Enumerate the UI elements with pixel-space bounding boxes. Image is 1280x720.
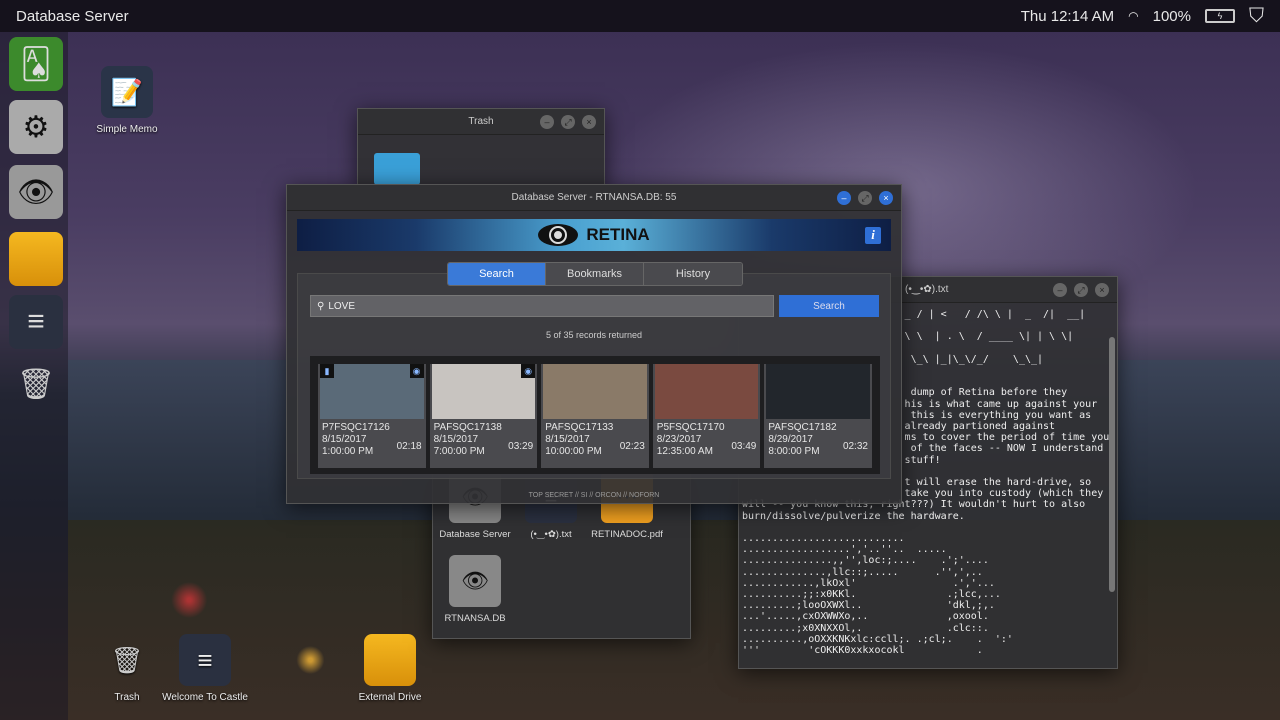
minimize-button[interactable]: –	[837, 191, 851, 205]
viewed-eye-icon: ◉	[521, 364, 536, 378]
minimize-button[interactable]: –	[1053, 283, 1067, 297]
file-label: RTNANSA.DB	[444, 613, 506, 624]
video-thumbnail[interactable]: ▮ ◉	[320, 364, 424, 419]
window-title: Trash	[468, 116, 494, 127]
wifi-icon[interactable]: ◠	[1128, 9, 1138, 23]
memo-icon: 📝	[101, 66, 153, 118]
database-server-window: Database Server - RTNANSA.DB: 55 – ⤢ × RET…	[286, 184, 902, 504]
close-button[interactable]: ×	[1095, 283, 1109, 297]
record-duration: 03:29	[508, 441, 534, 452]
tab-bookmarks[interactable]: Bookmarks	[546, 263, 644, 285]
bookmark-icon[interactable]: ▮	[320, 364, 334, 378]
tab-search[interactable]: Search	[448, 263, 546, 285]
icon-label: Welcome To Castle	[162, 692, 248, 703]
window-title: Database Server - RTNANSA.DB: 55	[511, 192, 677, 203]
trash-icon: 🗑	[110, 644, 144, 675]
search-icon: ⚲	[317, 300, 325, 312]
solitaire-icon[interactable]: 🂡	[9, 37, 63, 91]
window-titlebar[interactable]: Database Server - RTNANSA.DB: 55 – ⤢ ×	[287, 185, 901, 211]
file-label: Database Server	[439, 529, 511, 540]
search-button[interactable]: Search	[779, 295, 879, 317]
active-app-title: Database Server	[16, 7, 129, 25]
record-id: PAFSQC17182	[768, 422, 837, 433]
icon-label: Simple Memo	[96, 124, 158, 135]
maximize-button[interactable]: ⤢	[858, 191, 872, 205]
clock[interactable]: Thu 12:14 AM	[1021, 8, 1114, 25]
trash-window: Trash – ⤢ ×	[357, 108, 605, 188]
record-duration: 02:18	[396, 441, 422, 452]
brand-name: RETINA	[586, 225, 650, 244]
database-file-icon: 👁	[449, 555, 501, 607]
desktop-icon-trash[interactable]: 🗑 Trash	[82, 634, 172, 704]
maximize-button[interactable]: ⤢	[561, 115, 575, 129]
dock: 🂡 ⚙ 👁 ≡ 🗑	[0, 32, 68, 720]
record-duration: 02:32	[842, 441, 868, 452]
result-card[interactable]: ◉ PAFSQC17138 8/15/2017 7:00:00 PM 03:29	[429, 364, 538, 468]
close-button[interactable]: ×	[879, 191, 893, 205]
icon-label: External Drive	[358, 692, 422, 703]
window-titlebar[interactable]: Trash – ⤢ ×	[358, 109, 604, 135]
retina-banner: RETINA i	[297, 219, 891, 251]
record-id: P5FSQC17170	[656, 422, 725, 433]
classification-footer: TOP SECRET // SI // ORCON // NOFORN	[528, 492, 660, 499]
file-label: (•‿•✿).txt	[530, 529, 572, 540]
retina-eye-icon[interactable]: 👁	[9, 165, 63, 219]
search-value: LOVE	[328, 300, 356, 312]
result-card[interactable]: P5FSQC17170 8/23/2017 12:35:00 AM 03:49	[652, 364, 761, 468]
video-thumbnail[interactable]: ◉	[431, 364, 536, 419]
external-drive-icon	[364, 634, 416, 686]
battery-percent: 100%	[1152, 7, 1191, 25]
document-icon: ≡	[179, 634, 231, 686]
file-label: RETINADOC.pdf	[591, 529, 663, 540]
result-card[interactable]: ▮ ◉ P7FSQC17126 8/15/2017 1:00:00 PM 02:…	[318, 364, 426, 468]
result-card[interactable]: PAFSQC17182 8/29/2017 8:00:00 PM 02:32	[764, 364, 872, 468]
scrollbar[interactable]	[1109, 337, 1115, 592]
results-grid: ▮ ◉ P7FSQC17126 8/15/2017 1:00:00 PM 02:…	[310, 356, 880, 474]
video-thumbnail[interactable]	[543, 364, 647, 419]
result-card[interactable]: PAFSQC17133 8/15/2017 10:00:00 PM 02:23	[541, 364, 649, 468]
record-id: PAFSQC17133	[545, 422, 614, 433]
settings-gears-icon[interactable]: ⚙	[9, 100, 63, 154]
icon-label: Trash	[114, 692, 140, 703]
info-button[interactable]: i	[865, 227, 881, 244]
video-thumbnail[interactable]	[766, 364, 870, 419]
battery-icon[interactable]: ϟ	[1205, 9, 1235, 23]
minimize-button[interactable]: –	[540, 115, 554, 129]
search-input[interactable]: ⚲ LOVE	[310, 295, 774, 317]
tab-history[interactable]: History	[644, 263, 742, 285]
record-id: P7FSQC17126	[322, 422, 390, 433]
notes-icon[interactable]: ≡	[9, 295, 63, 349]
desktop-icon-external-drive[interactable]: External Drive	[345, 634, 435, 703]
video-thumbnail[interactable]	[654, 364, 759, 419]
record-id: PAFSQC17138	[433, 422, 502, 433]
desktop-icon-welcome[interactable]: ≡ Welcome To Castle	[160, 634, 250, 703]
viewed-eye-icon: ◉	[409, 364, 424, 378]
close-button[interactable]: ×	[582, 115, 596, 129]
search-panel: ⚲ LOVE Search 5 of 35 records returned ▮ …	[297, 273, 891, 479]
window-title: (•‿•✿).txt	[905, 284, 949, 295]
tab-bar: Search Bookmarks History	[447, 262, 743, 286]
record-duration: 03:49	[731, 441, 757, 452]
record-duration: 02:23	[619, 441, 645, 452]
desktop-icon-simple-memo[interactable]: 📝 Simple Memo	[82, 66, 172, 135]
results-count: 5 of 35 records returned	[545, 330, 643, 340]
top-bar: Database Server Thu 12:14 AM ◠ 100% ϟ ⛉	[0, 0, 1280, 32]
retina-eye-logo	[538, 224, 579, 246]
maximize-button[interactable]: ⤢	[1074, 283, 1088, 297]
trash-icon[interactable]: 🗑	[9, 357, 63, 411]
file-rtnansa-db[interactable]: 👁 RTNANSA.DB	[433, 555, 517, 624]
folder-icon[interactable]	[374, 153, 420, 185]
external-drive-icon[interactable]	[9, 232, 63, 286]
castle-shield-icon[interactable]: ⛉	[1249, 5, 1264, 28]
